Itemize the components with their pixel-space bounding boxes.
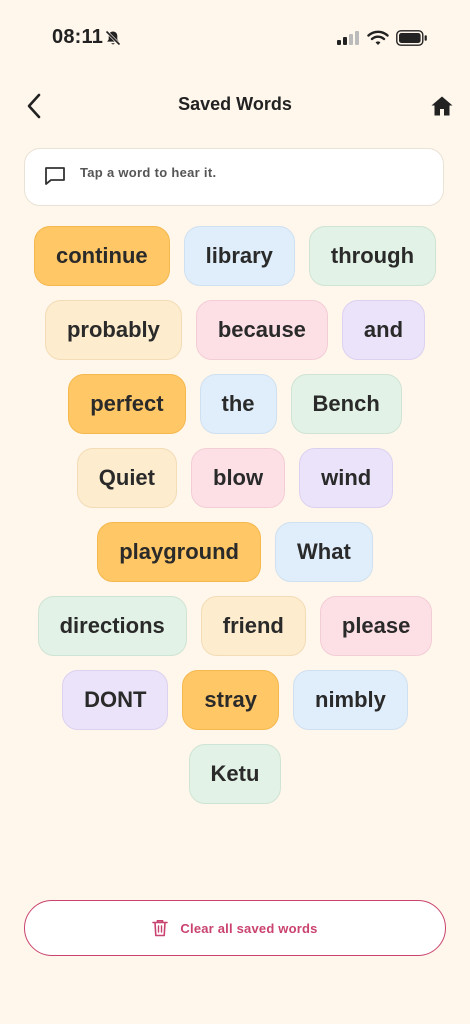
clear-all-button[interactable]: Clear all saved words [24, 900, 446, 956]
hint-text: Tap a word to hear it. [80, 165, 217, 180]
clear-all-label: Clear all saved words [180, 920, 318, 936]
word-chip[interactable]: through [308, 226, 437, 286]
word-chip[interactable]: directions [37, 596, 187, 656]
battery-icon [396, 30, 428, 46]
word-chip[interactable]: stray [182, 670, 279, 730]
trash-icon [152, 919, 169, 937]
word-chip[interactable]: Bench [290, 374, 402, 434]
cellular-signal-icon [337, 30, 361, 46]
bell-off-icon [104, 29, 122, 47]
hint-box: Tap a word to hear it. [24, 148, 444, 206]
status-bar: 08:11 [0, 0, 470, 76]
word-chip[interactable]: playground [97, 522, 261, 582]
word-chip[interactable]: DONT [62, 670, 169, 730]
word-chip[interactable]: blow [191, 448, 286, 508]
word-chip[interactable]: nimbly [293, 670, 408, 730]
word-chip[interactable]: continue [33, 226, 170, 286]
word-chip[interactable]: please [319, 596, 433, 656]
word-grid: continue library through probably because and… [24, 226, 446, 804]
nav-bar: Saved Words [0, 84, 470, 128]
wifi-icon [367, 29, 389, 47]
status-time: 08:11 [52, 26, 104, 48]
word-chip[interactable]: the [199, 374, 277, 434]
word-chip[interactable]: Ketu [188, 744, 282, 804]
word-chip[interactable]: perfect [68, 374, 186, 434]
page-title: Saved Words [178, 94, 292, 114]
word-chip[interactable]: probably [44, 300, 182, 360]
speech-bubble-icon [43, 164, 67, 188]
home-icon [430, 95, 454, 117]
word-chip[interactable]: library [183, 226, 295, 286]
word-chip[interactable]: wind [299, 448, 394, 508]
word-chip[interactable]: What [275, 522, 373, 582]
word-chip[interactable]: and [341, 300, 426, 360]
word-chip[interactable]: Quiet [76, 448, 177, 508]
home-button[interactable] [425, 90, 459, 122]
word-chip[interactable]: because [195, 300, 328, 360]
word-chip[interactable]: friend [200, 596, 306, 656]
